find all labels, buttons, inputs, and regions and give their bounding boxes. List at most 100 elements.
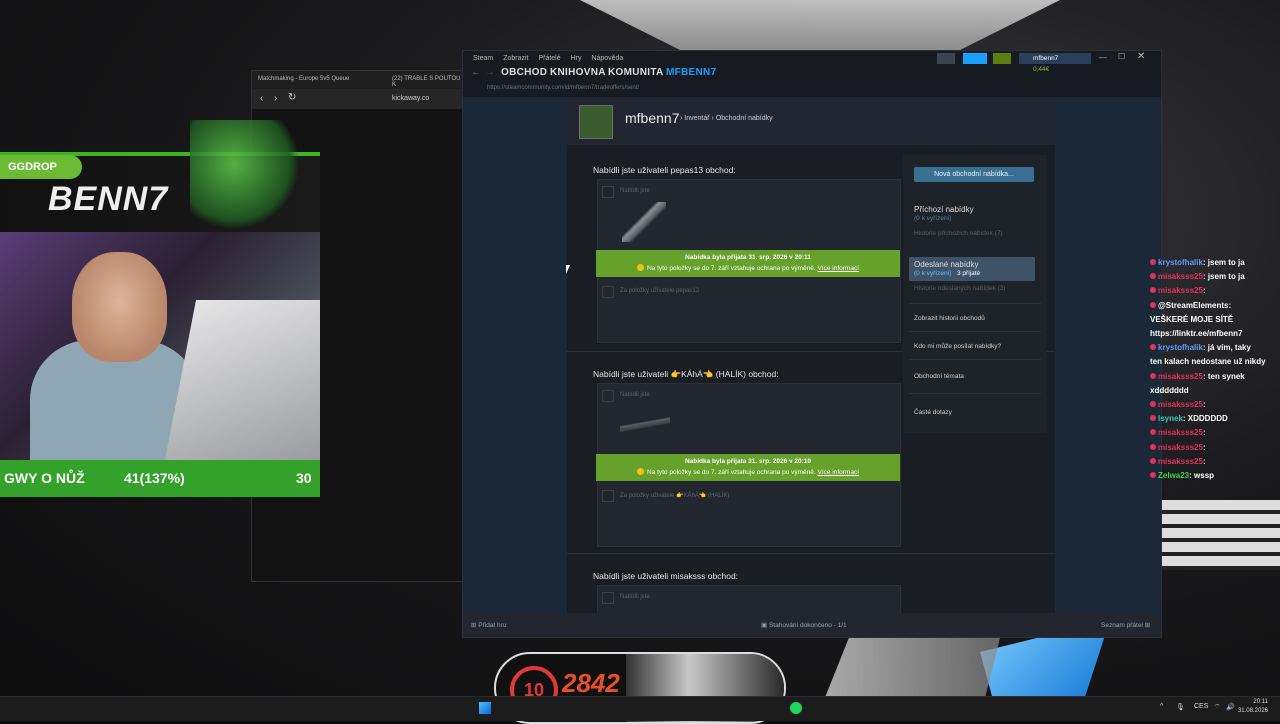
browser-tab[interactable]: (22) TRABLE S POUTOU K <box>392 76 464 88</box>
trade-history-link[interactable]: Zobrazit historii obchodů <box>914 315 985 322</box>
incoming-offers-link[interactable]: Příchozí nabídky <box>914 205 974 214</box>
new-offer-button[interactable]: Nová obchodní nabídka... <box>914 167 1034 182</box>
clock[interactable]: 20:11 31.08.2026 <box>1238 698 1268 716</box>
sponsor-badge: GGDROP <box>0 155 82 179</box>
spotify-icon[interactable] <box>790 702 802 714</box>
chat-username[interactable]: @StreamElements <box>1158 301 1229 310</box>
chat-badge-icon <box>1150 301 1156 308</box>
incoming-history-link[interactable]: Historie příchozích nabídek (7) <box>914 230 1003 237</box>
wallpaper-art <box>1160 500 1280 570</box>
chat-badge-icon <box>1150 372 1156 379</box>
divider <box>909 331 1041 332</box>
breadcrumb-trade-offers[interactable]: Obchodní nabídky <box>716 115 773 122</box>
volume-icon[interactable]: 🔊 <box>1226 703 1235 711</box>
menu-view[interactable]: Zobrazit <box>503 55 528 62</box>
reload-icon[interactable]: ↻ <box>288 92 296 103</box>
url-bar[interactable]: https://steamcommunity.com/id/mfbenn7/tr… <box>487 85 639 91</box>
chat-username[interactable]: misaksss25 <box>1158 372 1203 381</box>
forward-icon[interactable]: › <box>274 93 277 104</box>
rifle-item[interactable] <box>620 414 670 434</box>
divider <box>909 303 1041 304</box>
windows-start-icon[interactable] <box>479 702 491 714</box>
back-icon[interactable]: ‹ <box>260 93 263 104</box>
menu-games[interactable]: Hry <box>571 55 582 62</box>
chat-text: : jsem to ja <box>1202 272 1245 282</box>
chat-message: lsynek: XDDDDDD <box>1150 414 1228 423</box>
item-slot-icon <box>602 186 614 198</box>
nav-community[interactable]: KOMUNITA <box>608 67 664 78</box>
browser-toolbar: ‹ › ↻ kickaway.co <box>252 89 464 109</box>
item-slot-icon <box>602 490 614 502</box>
trade-topics-link[interactable]: Obchodní témata <box>914 373 964 380</box>
language-indicator[interactable]: CES <box>1194 703 1208 710</box>
chat-text: : ten synek <box>1202 371 1245 381</box>
chat-message: @StreamElements: <box>1150 301 1231 310</box>
chat-badge-icon <box>1150 401 1156 407</box>
accepted-text: Nabídka byla přijata 31. srp. 2026 v 20:… <box>685 254 811 261</box>
nav-store[interactable]: OBCHOD <box>501 67 547 78</box>
chat-username[interactable]: misaksss25 <box>1158 428 1203 437</box>
wifi-icon[interactable]: ⌔ <box>1214 703 1221 712</box>
chat-badge-icon <box>1150 415 1156 422</box>
avatar[interactable] <box>579 105 613 139</box>
downloads-label: Stahování dokončeno - 1/1 <box>768 622 847 629</box>
nav-library[interactable]: KNIHOVNA <box>550 67 606 78</box>
more-info-link[interactable]: Více informací <box>818 469 860 476</box>
chat-text: : já vím, taky <box>1202 343 1251 353</box>
breadcrumb-inventory[interactable]: Inventář <box>684 115 709 122</box>
chat-username[interactable]: lsynek <box>1158 414 1183 423</box>
their-items-label: Za položky uživatele 👉KÁhÁ👈 (HALÍK) <box>620 493 730 499</box>
offer-title: Nabídli jste uživateli 👉KÁhÁ👈 (HALÍK) ob… <box>593 369 779 379</box>
faq-link[interactable]: Časté dotazy <box>914 409 952 416</box>
chat-username[interactable]: misaksss25 <box>1158 400 1203 409</box>
shield-icon <box>636 468 644 475</box>
chat-badge-icon <box>1150 287 1156 294</box>
tray-chevron-icon[interactable]: ^ <box>1160 703 1163 710</box>
close-icon[interactable]: ✕ <box>1137 51 1145 62</box>
minimize-icon[interactable]: — <box>1099 53 1107 62</box>
faceit-elo: 2842 <box>562 668 620 698</box>
protection-text: Na tyto položky se do 7. září vztahuje o… <box>646 265 816 272</box>
chat-username[interactable]: krystofhalik <box>1158 258 1203 267</box>
chat-username[interactable]: misaksss25 <box>1158 457 1203 466</box>
chat-badge-icon <box>1150 472 1156 478</box>
steam-menubar: Steam Zobrazit Přátelé Hry Nápověda mfbe… <box>463 51 1161 73</box>
chat-username[interactable]: Zelwa23 <box>1158 471 1189 480</box>
sent-history-link[interactable]: Historie odeslaných nabídek (3) <box>914 285 1005 292</box>
announcement-icon[interactable] <box>963 53 987 64</box>
sent-offers-link[interactable]: Odeslané nabídky <box>914 260 979 269</box>
chat-username[interactable]: misaksss25 <box>1158 272 1203 281</box>
chat-username[interactable]: krystofhalik <box>1158 343 1203 352</box>
chat-message: krystofhalik: jsem to ja <box>1150 258 1245 267</box>
notification-bell-icon[interactable] <box>993 53 1011 64</box>
back-icon[interactable]: ← <box>471 67 481 78</box>
friends-list-button[interactable]: Seznam přátel ⊞ <box>1101 621 1150 629</box>
address-bar[interactable]: kickaway.co <box>392 95 429 102</box>
profile-name[interactable]: mfbenn7 <box>625 110 679 126</box>
chat-message: misaksss25: <box>1150 286 1206 295</box>
maximize-icon[interactable]: ☐ <box>1118 52 1125 61</box>
add-game-button[interactable]: ⊞ Přidat hru <box>471 621 506 629</box>
friends-icon[interactable] <box>937 53 955 64</box>
chat-username[interactable]: misaksss25 <box>1158 286 1203 295</box>
forward-icon[interactable]: → <box>485 67 495 78</box>
downloads-status[interactable]: ▣ Stahování dokončeno - 1/1 <box>761 621 847 629</box>
who-can-send-link[interactable]: Kdo mi může posílat nabídky? <box>914 343 1001 350</box>
nav-profile[interactable]: MFBENN7 <box>666 67 716 78</box>
clock-date: 31.08.2026 <box>1237 708 1268 714</box>
account-menu[interactable]: mfbenn7 0,44€ <box>1019 53 1091 73</box>
more-info-link[interactable]: Více informací <box>818 265 860 272</box>
menu-help[interactable]: Nápověda <box>591 55 623 62</box>
chat-message: misaksss25: <box>1150 428 1206 437</box>
browser-tab[interactable]: Matchmaking - Europe 5v5 Queue <box>258 76 349 82</box>
chat-text: : <box>1202 286 1206 296</box>
offer-title: Nabídli jste uživateli misaksss obchod: <box>593 571 739 581</box>
microphone-icon[interactable]: 🎙 <box>1176 703 1185 711</box>
browser-tabstrip[interactable]: Matchmaking - Europe 5v5 Queue (22) TRAB… <box>252 71 464 89</box>
menu-steam[interactable]: Steam <box>473 55 493 62</box>
chat-username[interactable]: misaksss25 <box>1158 443 1203 452</box>
chat-text: : <box>1228 300 1232 310</box>
knife-item[interactable] <box>622 202 666 242</box>
menu-friends[interactable]: Přátelé <box>538 55 560 62</box>
divider <box>909 359 1041 360</box>
